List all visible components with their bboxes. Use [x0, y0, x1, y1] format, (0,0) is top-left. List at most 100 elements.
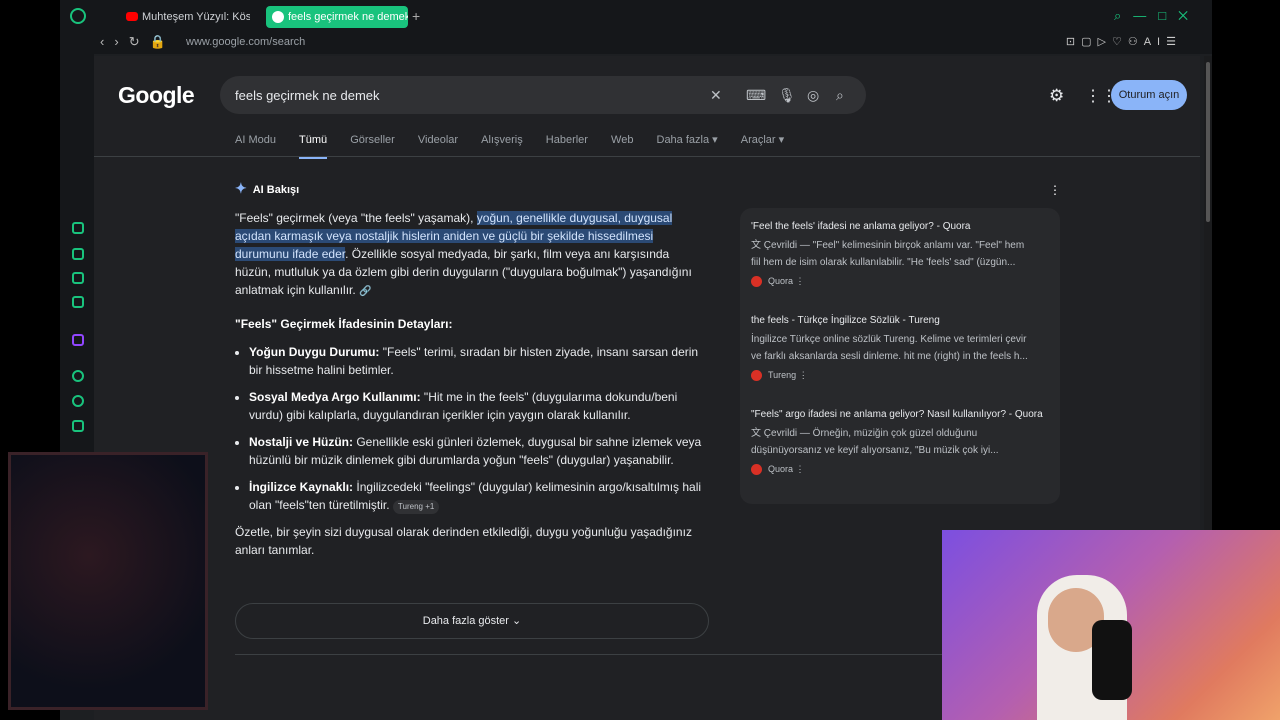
extensions-icon[interactable]: [72, 420, 84, 432]
source-desc-2: ve farklı aksanlarda sesli dinleme. hit …: [751, 351, 1028, 362]
tab-news[interactable]: Haberler: [546, 134, 588, 156]
tab-shopping[interactable]: Alışveriş: [481, 134, 523, 156]
tab-youtube[interactable]: Muhteşem Yüzyıl: Kösem Sultan: [120, 6, 250, 28]
desc-line: Çevrildi — Örneğin, müziğin çok güzel ol…: [763, 428, 978, 439]
settings-gear-icon[interactable]: ⚙: [1049, 86, 1064, 106]
translate-icon: 文: [751, 428, 761, 439]
tab-web[interactable]: Web: [611, 134, 633, 156]
search-tabs-icon[interactable]: ⌕: [1114, 8, 1133, 23]
tab-label: feels geçirmek ne demek: [288, 11, 408, 23]
source-title[interactable]: 'Feel the feels' ifadesi ne anlama geliy…: [751, 220, 1049, 234]
player-sidebar-icon[interactable]: [72, 370, 84, 382]
site-name: Quora: [768, 464, 794, 474]
toolbar-icons: ⊡▢▷♡⚇AI☰: [1066, 35, 1182, 48]
search-input[interactable]: feels geçirmek ne demek: [235, 88, 380, 103]
window-controls[interactable]: ⌕—□✕: [1114, 8, 1200, 24]
search-box[interactable]: feels geçirmek ne demek ✕ ⌨ 🎙 ◎ ⌕: [220, 76, 866, 114]
source-title[interactable]: the feels - Türkçe İngilizce Sözlük - Tu…: [751, 314, 1049, 328]
summary-text: Özetle, bir şeyin sizi duygusal olarak d…: [235, 525, 692, 557]
source-site: Quora ⋮: [751, 464, 1049, 476]
tab-tools[interactable]: Araçlar ▾: [741, 133, 784, 156]
minimize-icon[interactable]: —: [1133, 8, 1158, 23]
wallet-icon[interactable]: [72, 272, 84, 284]
details-list: Yoğun Duygu Durumu: "Feels" terimi, sıra…: [235, 343, 705, 514]
list-item: Sosyal Medya Argo Kullanımı: "Hit me in …: [249, 388, 705, 424]
tab-label: Muhteşem Yüzyıl: Kösem Sultan: [142, 11, 250, 23]
maximize-icon[interactable]: □: [1158, 8, 1178, 23]
scrollbar-thumb[interactable]: [1206, 62, 1210, 222]
item-title: Nostalji ve Hüzün:: [249, 435, 354, 449]
tab-more[interactable]: Daha fazla ▾: [657, 133, 718, 156]
source-card[interactable]: 'Feel the feels' ifadesi ne anlama geliy…: [751, 220, 1049, 288]
signin-button[interactable]: Oturum açın: [1111, 80, 1187, 110]
tab-images[interactable]: Görseller: [350, 134, 395, 156]
tab-google-search[interactable]: feels geçirmek ne demek: [266, 6, 408, 28]
keyboard-icon[interactable]: ⌨: [746, 87, 766, 104]
intro-text: "Feels" geçirmek (veya "the feels" yaşam…: [235, 211, 477, 225]
quora-icon: [751, 464, 762, 476]
ai-intro: "Feels" geçirmek (veya "the feels" yaşam…: [235, 209, 705, 301]
twitch-icon[interactable]: [72, 334, 84, 346]
navigation-controls: ‹›↻🔒: [100, 34, 176, 50]
tab-videos[interactable]: Videolar: [418, 134, 458, 156]
sparkle-icon: ✦: [235, 180, 247, 196]
lock-icon: 🔒: [149, 34, 176, 49]
bookmark-icon[interactable]: ⊡: [1066, 36, 1081, 48]
account-icon[interactable]: ⚇: [1128, 36, 1144, 48]
source-site: Tureng ⋮: [751, 370, 1049, 382]
site-name: Tureng: [768, 370, 797, 380]
source-card[interactable]: "Feels" argo ifadesi ne anlama geliyor? …: [751, 408, 1049, 476]
tab-ai-mode[interactable]: AI Modu: [235, 134, 276, 156]
details-heading: "Feels" Geçirmek İfadesinin Detayları:: [235, 317, 453, 331]
item-title: Sosyal Medya Argo Kullanımı:: [249, 390, 421, 404]
ai-overview-heading: ✦ AI Bakışı: [235, 180, 299, 197]
item-title: İngilizce Kaynaklı:: [249, 480, 354, 494]
source-chip[interactable]: Tureng +1: [392, 500, 440, 514]
forward-icon[interactable]: ›: [114, 34, 128, 49]
ai-overview-body: "Feels" geçirmek (veya "the feels" yaşam…: [235, 209, 705, 559]
source-card[interactable]: the feels - Türkçe İngilizce Sözlük - Tu…: [751, 314, 1049, 382]
new-tab-button[interactable]: +: [412, 8, 420, 24]
address-bar: ‹›↻🔒 www.google.com/search ⊡▢▷♡⚇AI☰: [60, 32, 1212, 54]
camera-search-icon[interactable]: ◎: [807, 87, 819, 104]
sources-panel: 'Feel the feels' ifadesi ne anlama geliy…: [740, 208, 1060, 504]
microphone-icon[interactable]: 🎙: [778, 87, 796, 104]
messenger-icon[interactable]: [72, 296, 84, 308]
divider: [94, 156, 1200, 157]
source-desc-2: düşünüyorsanız ve keyif alıyorsanız, "Bu…: [751, 445, 999, 456]
google-logo[interactable]: Google: [118, 82, 195, 109]
close-window-icon[interactable]: ✕: [1178, 8, 1200, 23]
quora-icon: [751, 276, 762, 288]
ai-button[interactable]: AI: [1144, 36, 1166, 48]
source-desc: İngilizce Türkçe online sözlük Tureng. K…: [751, 334, 1027, 345]
reload-icon[interactable]: ↻: [129, 34, 150, 49]
source-title[interactable]: "Feels" argo ifadesi ne anlama geliyor? …: [751, 408, 1049, 422]
list-item: Nostalji ve Hüzün: Genellikle eski günle…: [249, 433, 705, 469]
robot-icon[interactable]: [72, 248, 84, 260]
url-field[interactable]: www.google.com/search: [186, 36, 305, 48]
show-more-label: Daha fazla göster: [422, 615, 509, 627]
menu-icon[interactable]: ☰: [1166, 36, 1182, 48]
search-icon[interactable]: ⌕: [836, 87, 844, 104]
history-icon[interactable]: [72, 395, 84, 407]
youtube-icon: [126, 12, 138, 21]
opera-sidebar: [60, 54, 94, 454]
more-options-icon[interactable]: ⋮: [1049, 183, 1061, 197]
back-icon[interactable]: ‹: [100, 34, 114, 49]
source-site: Quora ⋮: [751, 276, 1049, 288]
heart-icon[interactable]: ♡: [1112, 36, 1128, 48]
site-name: Quora: [768, 276, 794, 286]
item-title: Yoğun Duygu Durumu:: [249, 345, 380, 359]
snapshot-icon[interactable]: ▢: [1081, 36, 1097, 48]
source-desc: 文 Çevrildi — "Feel" kelimesinin birçok a…: [751, 237, 1049, 254]
source-desc: 文 Çevrildi — Örneğin, müziğin çok güzel …: [751, 425, 1049, 442]
speed-icon[interactable]: [72, 222, 84, 234]
link-icon[interactable]: 🔗: [359, 286, 371, 297]
clear-icon[interactable]: ✕: [710, 87, 722, 104]
player-icon[interactable]: ▷: [1098, 36, 1112, 48]
show-more-button[interactable]: Daha fazla göster ⌄: [235, 603, 709, 639]
stream-decoration-overlay: [8, 452, 208, 710]
microphone: [1092, 620, 1132, 700]
list-item: Yoğun Duygu Durumu: "Feels" terimi, sıra…: [249, 343, 705, 379]
opera-logo-icon[interactable]: [70, 8, 86, 24]
